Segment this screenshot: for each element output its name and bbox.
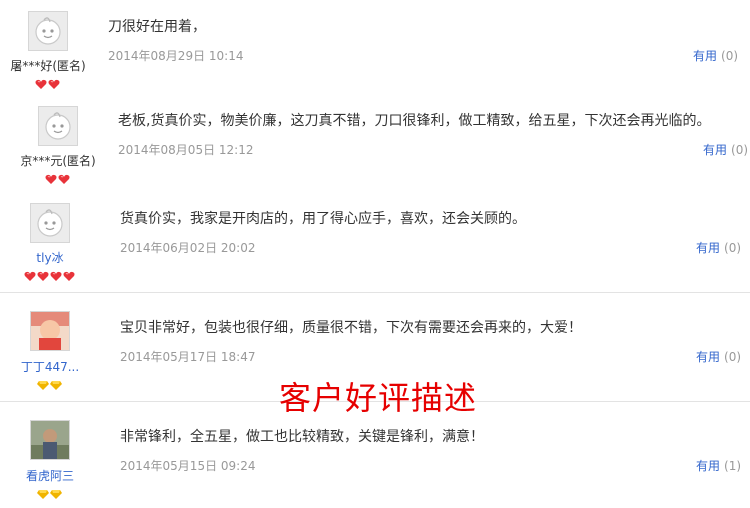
review-text: 老板,货真价实，物美价廉，这刀真不错，刀口很锋利，做工精致，给五星，下次还会再光…: [118, 113, 711, 129]
gold-diamond-icon: [37, 376, 49, 390]
useful-count: (1): [724, 459, 742, 473]
reviewer-rank-badges: [35, 75, 61, 89]
useful-count: (0): [731, 143, 749, 157]
overlay-caption: 客户好评描述: [279, 379, 478, 417]
review-date: 2014年05月15日 09:24: [120, 459, 256, 473]
useful-vote: 有用 (0): [703, 141, 748, 158]
reviewer-name[interactable]: 看虎阿三: [5, 467, 95, 484]
reviewer-rank-badges: [45, 170, 71, 184]
review-text: 刀很好在用着，: [108, 19, 206, 35]
useful-vote: 有用 (1): [696, 457, 741, 474]
review-date: 2014年08月05日 12:12: [118, 143, 254, 157]
reviewer-rank-badges: [37, 376, 63, 390]
useful-count: (0): [721, 49, 739, 63]
red-heart-icon: [45, 170, 57, 184]
red-heart-icon: [24, 267, 36, 281]
useful-count: (0): [724, 350, 742, 364]
review-date: 2014年06月02日 20:02: [120, 241, 256, 255]
useful-button[interactable]: 有用: [696, 459, 720, 473]
default-face-icon[interactable]: [30, 203, 70, 243]
gold-diamond-icon: [50, 485, 62, 499]
useful-button[interactable]: 有用: [696, 241, 720, 255]
red-heart-icon: [48, 75, 60, 89]
baby-photo-avatar[interactable]: [30, 311, 70, 351]
review-date: 2014年08月29日 10:14: [108, 49, 244, 63]
useful-count: (0): [724, 241, 742, 255]
review-divider: [0, 292, 750, 293]
reviewer-rank-badges: [37, 485, 63, 499]
default-face-icon[interactable]: [38, 106, 78, 146]
gold-diamond-icon: [37, 485, 49, 499]
review-date: 2014年05月17日 18:47: [120, 350, 256, 364]
useful-vote: 有用 (0): [696, 239, 741, 256]
gold-diamond-icon: [50, 376, 62, 390]
reviewer-rank-badges: [24, 267, 76, 281]
default-face-icon[interactable]: [28, 11, 68, 51]
reviewer-name[interactable]: tly冰: [5, 249, 95, 266]
red-heart-icon: [63, 267, 75, 281]
useful-button[interactable]: 有用: [703, 143, 727, 157]
reviewer-name[interactable]: 丁丁447...: [5, 358, 95, 375]
useful-vote: 有用 (0): [696, 348, 741, 365]
useful-button[interactable]: 有用: [696, 350, 720, 364]
useful-button[interactable]: 有用: [693, 49, 717, 63]
reviewer-name: 屠***好(匿名): [10, 59, 86, 73]
review-text: 货真价实，我家是开肉店的，用了得心应手，喜欢，还会关顾的。: [120, 211, 526, 227]
red-heart-icon: [58, 170, 70, 184]
red-heart-icon: [37, 267, 49, 281]
red-heart-icon: [50, 267, 62, 281]
review-text: 非常锋利，全五星，做工也比较精致，关键是锋利，满意！: [120, 429, 484, 445]
red-heart-icon: [35, 75, 47, 89]
useful-vote: 有用 (0): [693, 47, 738, 64]
review-text: 宝贝非常好，包装也很仔细，质量很不错，下次有需要还会再来的，大爱！: [120, 320, 582, 336]
reviewer-name: 京***元(匿名): [20, 154, 96, 168]
person-photo-avatar[interactable]: [30, 420, 70, 460]
